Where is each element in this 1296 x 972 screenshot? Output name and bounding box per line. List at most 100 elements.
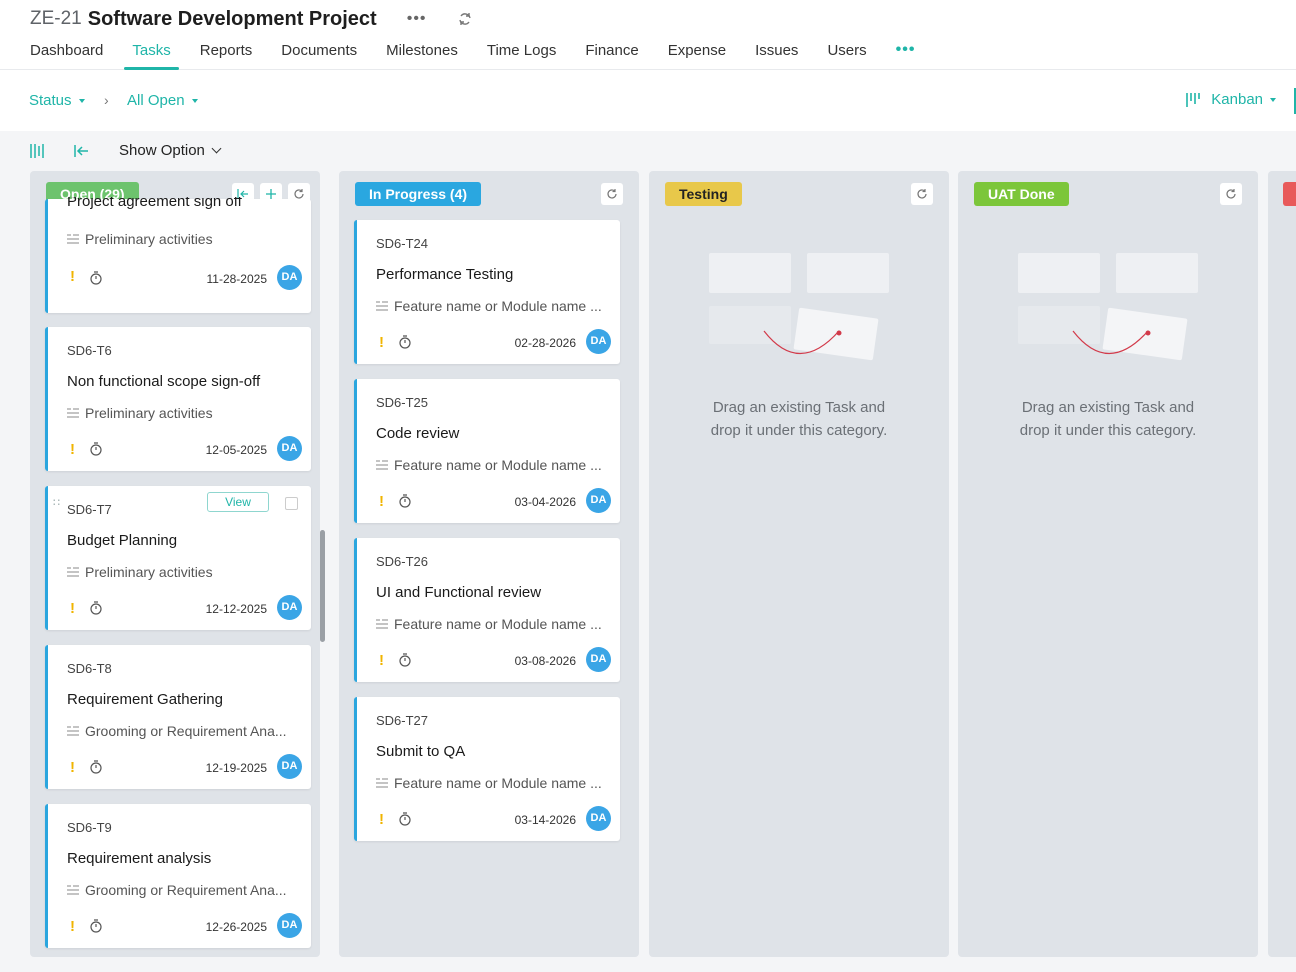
owner-avatar[interactable]: DA	[586, 806, 611, 831]
columns-settings-icon[interactable]	[29, 143, 45, 159]
task-list-label: Grooming or Requirement Ana...	[85, 882, 287, 898]
due-date: 03-04-2026	[514, 495, 576, 509]
collapse-columns-icon[interactable]	[73, 143, 89, 159]
task-card[interactable]: SD6-T26 UI and Functional review Feature…	[354, 538, 620, 682]
task-id: SD6-T8	[67, 661, 112, 676]
show-option-label: Show Option	[119, 142, 205, 159]
task-list-label: Feature name or Module name ...	[394, 457, 602, 473]
timer-icon[interactable]	[89, 601, 103, 615]
due-date: 02-28-2026	[514, 336, 576, 350]
view-button-label: View	[225, 495, 251, 509]
sync-icon[interactable]	[457, 11, 473, 27]
project-more-icon[interactable]: •••	[407, 10, 427, 28]
timer-icon[interactable]	[89, 760, 103, 774]
owner-avatar[interactable]: DA	[277, 265, 302, 290]
priority-icon: !	[70, 600, 75, 617]
refresh-icon[interactable]	[911, 183, 933, 205]
owner-avatar[interactable]: DA	[586, 488, 611, 513]
column-actions	[1220, 183, 1242, 205]
tab-tasks[interactable]: Tasks	[124, 40, 180, 70]
task-list: Preliminary activities	[67, 564, 307, 580]
tab-reports[interactable]: Reports	[200, 40, 253, 70]
due-date: 03-14-2026	[514, 813, 576, 827]
project-name: Software Development Project	[87, 7, 377, 30]
task-list-icon	[67, 885, 79, 895]
kanban-board-area: Show Option Open (29) Project agreement …	[0, 131, 1296, 972]
timer-icon[interactable]	[398, 653, 412, 667]
timer-icon[interactable]	[398, 335, 412, 349]
task-list-icon	[67, 234, 79, 244]
task-list-icon	[376, 778, 388, 788]
column-next-partial	[1268, 171, 1296, 957]
empty-state-line: Drag an existing Task and	[712, 399, 886, 416]
owner-avatar[interactable]: DA	[586, 329, 611, 354]
owner-avatar[interactable]: DA	[277, 913, 302, 938]
all-open-filter[interactable]: All Open	[127, 92, 198, 109]
task-name: Submit to QA	[376, 743, 466, 760]
task-list: Preliminary activities	[67, 405, 307, 421]
due-date: 12-05-2025	[205, 443, 267, 457]
tab-time-logs[interactable]: Time Logs	[487, 40, 556, 70]
tab-finance[interactable]: Finance	[585, 40, 638, 70]
breadcrumb-separator: ›	[104, 92, 109, 108]
column-title-uat-done: UAT Done	[974, 182, 1069, 206]
task-list: Preliminary activities	[67, 231, 307, 247]
owner-avatar[interactable]: DA	[586, 647, 611, 672]
task-card[interactable]: SD6-T27 Submit to QA Feature name or Mod…	[354, 697, 620, 841]
priority-icon: !	[379, 811, 384, 828]
tab-documents[interactable]: Documents	[281, 40, 357, 70]
task-card[interactable]: SD6-T24 Performance Testing Feature name…	[354, 220, 620, 364]
task-name: UI and Functional review	[376, 584, 542, 601]
open-column-scrollbar[interactable]	[320, 530, 325, 642]
tab-dashboard[interactable]: Dashboard	[30, 40, 103, 70]
all-open-label: All Open	[127, 92, 185, 109]
due-date: 11-28-2025	[206, 272, 268, 286]
timer-icon[interactable]	[398, 812, 412, 826]
filter-bar: Status › All Open Kanban	[0, 70, 1296, 130]
empty-state-line: drop it under this category.	[710, 422, 888, 439]
task-name: Requirement Gathering	[67, 691, 223, 708]
task-list-icon	[67, 567, 79, 577]
timer-icon[interactable]	[89, 442, 103, 456]
tab-milestones[interactable]: Milestones	[386, 40, 458, 70]
kanban-view-label: Kanban	[1211, 91, 1263, 108]
tab-issues[interactable]: Issues	[755, 40, 798, 70]
owner-avatar[interactable]: DA	[277, 754, 302, 779]
task-card[interactable]: Project agreement sign off Preliminary a…	[45, 197, 311, 313]
due-date: 12-19-2025	[205, 761, 267, 775]
task-card[interactable]: SD6-T8 Requirement Gathering Grooming or…	[45, 645, 311, 789]
select-checkbox[interactable]	[285, 497, 298, 510]
owner-avatar[interactable]: DA	[277, 595, 302, 620]
show-option-dropdown[interactable]: Show Option	[119, 142, 222, 159]
kanban-view-button[interactable]: Kanban	[1185, 91, 1276, 108]
column-testing: Testing Drag an existing Task and drop i…	[649, 171, 949, 957]
timer-icon[interactable]	[89, 271, 103, 285]
drag-handle-icon[interactable]: ∷	[53, 496, 60, 509]
task-card[interactable]: SD6-T9 Requirement analysis Grooming or …	[45, 804, 311, 948]
tab-users[interactable]: Users	[827, 40, 866, 70]
task-list-icon	[67, 408, 79, 418]
task-card[interactable]: ∷ SD6-T7 View Budget Planning Preliminar…	[45, 486, 311, 630]
refresh-icon[interactable]	[1220, 183, 1242, 205]
column-title-testing: Testing	[665, 182, 742, 206]
task-list-label: Preliminary activities	[85, 231, 213, 247]
tab-expense[interactable]: Expense	[668, 40, 726, 70]
task-list: Feature name or Module name ...	[376, 775, 616, 791]
task-list-label: Feature name or Module name ...	[394, 298, 602, 314]
timer-icon[interactable]	[398, 494, 412, 508]
timer-icon[interactable]	[89, 919, 103, 933]
task-list: Feature name or Module name ...	[376, 298, 616, 314]
status-filter[interactable]: Status	[29, 92, 85, 109]
column-in-progress: In Progress (4) SD6-T24 Performance Test…	[339, 171, 639, 957]
task-card[interactable]: SD6-T25 Code review Feature name or Modu…	[354, 379, 620, 523]
task-card[interactable]: SD6-T6 Non functional scope sign-off Pre…	[45, 327, 311, 471]
tabs-more-icon[interactable]: •••	[896, 40, 916, 70]
task-name: Performance Testing	[376, 266, 514, 283]
empty-state-line: Drag an existing Task and	[1021, 399, 1195, 416]
priority-icon: !	[70, 918, 75, 935]
view-button[interactable]: View	[207, 492, 269, 512]
owner-avatar[interactable]: DA	[277, 436, 302, 461]
refresh-icon[interactable]	[601, 183, 623, 205]
project-id: ZE-21	[30, 8, 82, 29]
task-name: Project agreement sign off	[67, 197, 242, 210]
